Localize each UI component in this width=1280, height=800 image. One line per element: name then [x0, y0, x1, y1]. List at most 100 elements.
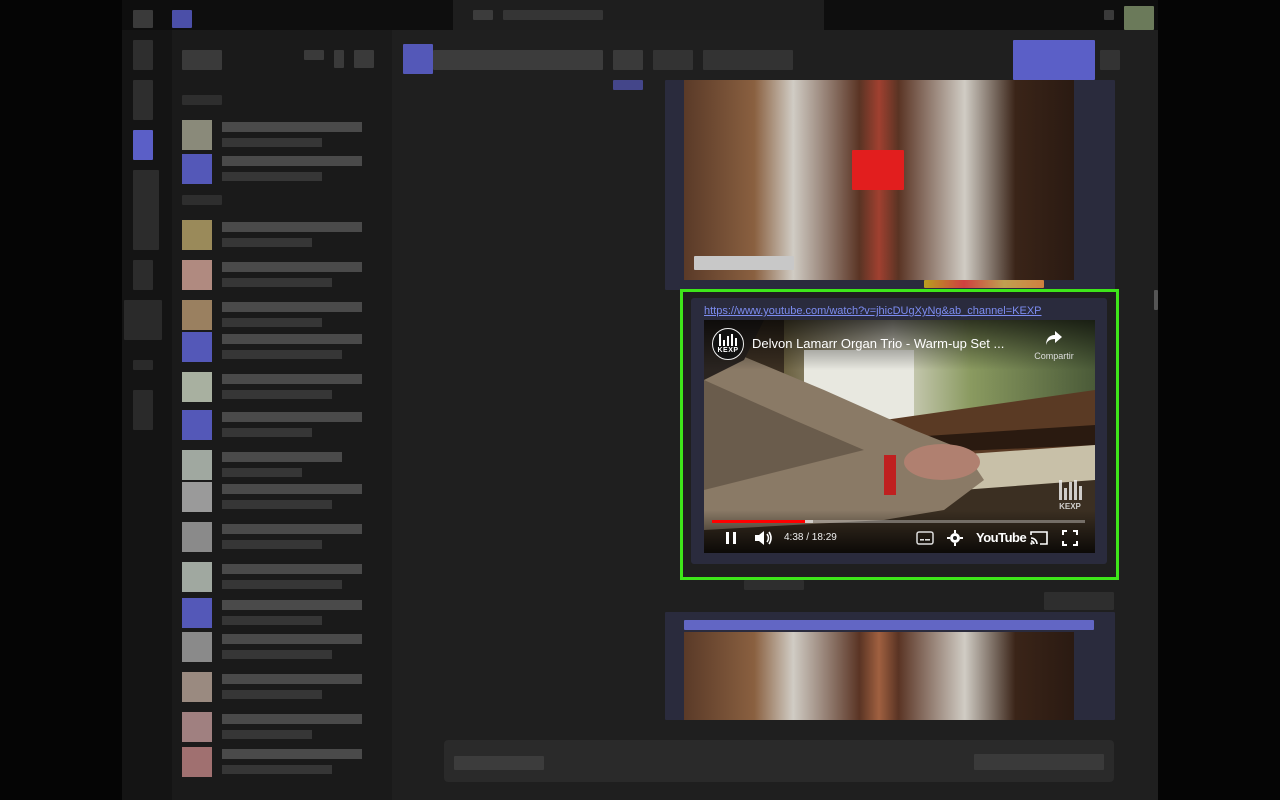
list-item-title — [222, 564, 362, 574]
search-placeholder-blur — [503, 10, 603, 20]
avatar — [182, 372, 212, 402]
list-item-preview — [222, 580, 342, 589]
app-icon[interactable] — [172, 10, 192, 28]
list-item-preview — [222, 650, 332, 659]
list-item[interactable] — [182, 710, 367, 744]
reaction-chip[interactable] — [613, 80, 643, 90]
list-item[interactable] — [182, 370, 367, 404]
list-item-preview — [222, 390, 332, 399]
tab-files[interactable] — [653, 50, 693, 70]
image-caption-blur — [694, 256, 794, 270]
video-title[interactable]: Delvon Lamarr Organ Trio - Warm-up Set .… — [752, 336, 1032, 351]
tab-chat[interactable] — [613, 50, 643, 70]
share-button[interactable]: Compartir — [1026, 330, 1082, 366]
nav-icon[interactable] — [133, 10, 153, 28]
list-item[interactable] — [182, 218, 367, 252]
rail-item-teams[interactable] — [133, 170, 159, 250]
list-item-title — [222, 484, 362, 494]
list-item-preview — [222, 238, 312, 247]
rail-item-active[interactable] — [133, 130, 153, 160]
volume-icon — [755, 531, 772, 545]
section-label — [182, 95, 222, 105]
list-item-title — [222, 334, 362, 344]
list-item[interactable] — [182, 560, 367, 594]
more-icon[interactable] — [334, 50, 344, 68]
list-item-preview — [222, 730, 312, 739]
meet-button[interactable] — [1013, 40, 1095, 80]
rail-item-calendar[interactable] — [133, 260, 153, 290]
list-item-title — [222, 122, 362, 132]
list-item-preview — [222, 318, 322, 327]
list-item[interactable] — [182, 745, 367, 779]
pause-icon — [726, 532, 736, 544]
shared-image[interactable] — [684, 80, 1074, 280]
list-item-title — [222, 302, 362, 312]
subtitles-button[interactable] — [914, 528, 936, 548]
player-controls: 4:38 / 18:29 YouTube — [704, 510, 1095, 553]
cast-button[interactable] — [1028, 528, 1050, 548]
avatar[interactable] — [1124, 6, 1154, 30]
share-label: Compartir — [1034, 351, 1074, 361]
list-item-preview — [222, 278, 332, 287]
list-item[interactable] — [182, 480, 367, 514]
list-item-preview — [222, 350, 342, 359]
list-item[interactable] — [182, 596, 367, 630]
list-item[interactable] — [182, 330, 367, 364]
fullscreen-button[interactable] — [1060, 528, 1080, 548]
avatar — [182, 220, 212, 250]
list-item[interactable] — [182, 298, 367, 332]
list-item-title — [222, 749, 362, 759]
list-item-title — [222, 634, 362, 644]
channel-logo-text: KEXP — [717, 347, 739, 354]
avatar — [182, 482, 212, 512]
shared-image[interactable] — [684, 632, 1074, 720]
list-item[interactable] — [182, 630, 367, 664]
list-item[interactable] — [182, 258, 367, 292]
youtube-logo[interactable]: YouTube — [976, 530, 1027, 545]
youtube-player[interactable]: KEXP Delvon Lamarr Organ Trio - Warm-up … — [704, 320, 1095, 553]
buffer-bar — [805, 520, 813, 523]
header-more-icon[interactable] — [1100, 50, 1120, 70]
list-item[interactable] — [182, 118, 367, 152]
avatar — [182, 632, 212, 662]
rail-item-activity[interactable] — [133, 40, 153, 70]
status-icon — [1104, 10, 1114, 20]
channel-watermark: KEXP — [1056, 480, 1084, 514]
filter-icon[interactable] — [304, 50, 324, 60]
rail-item-chat[interactable] — [133, 80, 153, 120]
timestamp-blur — [744, 580, 804, 590]
time-display: 4:38 / 18:29 — [784, 532, 837, 543]
compose-icon[interactable] — [354, 50, 374, 68]
composer-toolbar[interactable] — [974, 754, 1104, 770]
list-item[interactable] — [182, 520, 367, 554]
composer-placeholder-blur — [454, 756, 544, 770]
list-item-preview — [222, 138, 322, 147]
progress-bar[interactable] — [712, 520, 1085, 523]
subtitles-icon — [916, 531, 934, 545]
reaction-bar[interactable] — [924, 280, 1044, 288]
youtube-link[interactable]: https://www.youtube.com/watch?v=jhicDUgX… — [704, 305, 1042, 317]
pause-button[interactable] — [720, 528, 742, 548]
avatar — [182, 598, 212, 628]
avatar — [182, 120, 212, 150]
settings-button[interactable] — [944, 528, 966, 548]
fullscreen-icon — [1062, 530, 1078, 546]
share-icon — [1026, 330, 1082, 351]
scrollbar[interactable] — [1154, 290, 1158, 310]
rail-item-more[interactable] — [133, 360, 153, 370]
list-item[interactable] — [182, 408, 367, 442]
list-item[interactable] — [182, 448, 367, 482]
list-item[interactable] — [182, 670, 367, 704]
avatar — [182, 712, 212, 742]
list-item-preview — [222, 616, 322, 625]
rail-item-calls[interactable] — [124, 300, 162, 340]
avatar — [182, 332, 212, 362]
channel-avatar[interactable]: KEXP — [712, 328, 744, 360]
section-label — [182, 195, 222, 205]
list-item-title — [222, 452, 342, 462]
rail-item-apps[interactable] — [133, 390, 153, 430]
list-item[interactable] — [182, 152, 367, 186]
volume-button[interactable] — [752, 528, 776, 548]
gear-icon — [947, 530, 963, 546]
tab-more[interactable] — [703, 50, 793, 70]
